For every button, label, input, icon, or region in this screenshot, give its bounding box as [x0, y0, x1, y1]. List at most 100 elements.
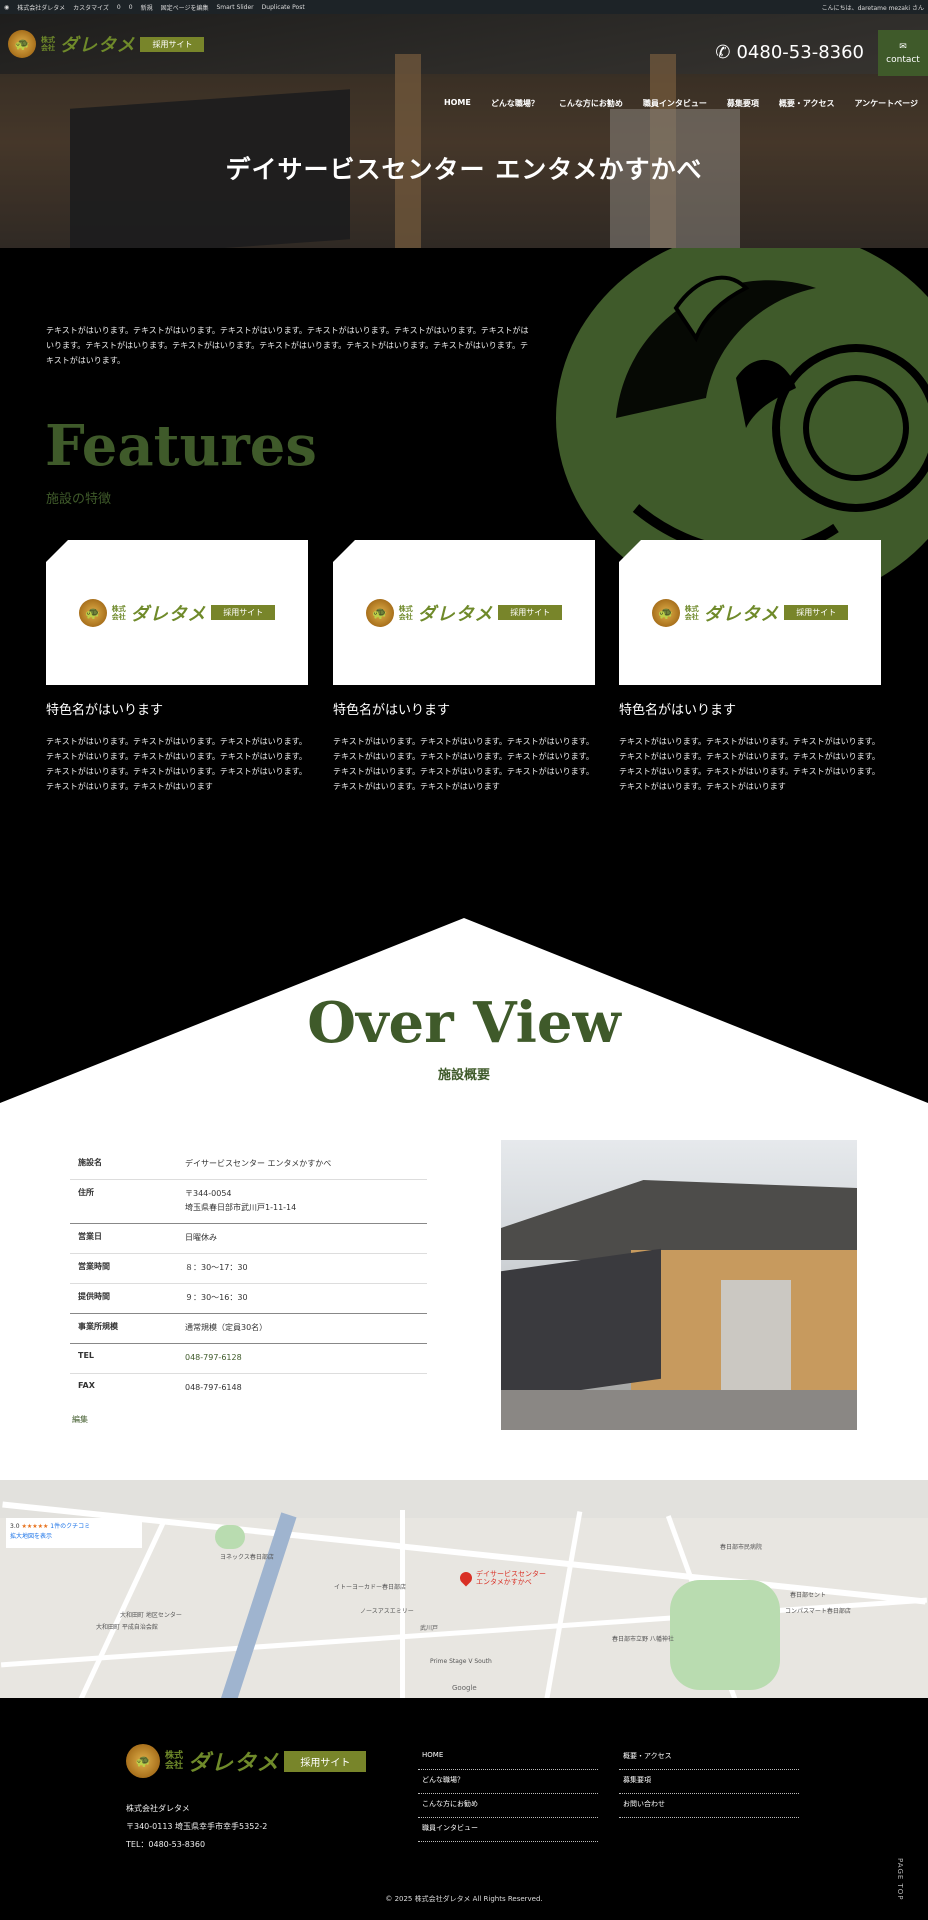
- crane-logo-icon: 🐢: [126, 1744, 160, 1778]
- map-top-band: [0, 1480, 928, 1518]
- nav-survey[interactable]: アンケートページ: [854, 98, 918, 109]
- map-label: ノースアスエミリー: [360, 1608, 414, 1615]
- overview-subheading: 施設概要: [437, 1068, 490, 1083]
- admin-new[interactable]: 新規: [141, 3, 153, 12]
- footer-link-recommend[interactable]: こんな方にお勧め: [418, 1794, 598, 1818]
- logo-name: ダレタメ: [130, 603, 207, 625]
- admin-greeting[interactable]: こんにちは、daretame mezaki さん: [822, 3, 924, 12]
- feature-card-text: テキストがはいります。テキストがはいります。テキストがはいります。テキストがはい…: [46, 737, 307, 791]
- row-key: FAX: [78, 1381, 95, 1390]
- wp-logo-icon[interactable]: ◉: [4, 4, 9, 11]
- admin-comments[interactable]: 0: [129, 4, 133, 11]
- logo-tag: 採用サイト: [211, 605, 276, 620]
- footer-link-workplace[interactable]: どんな職場？: [418, 1770, 598, 1794]
- envelope-icon: ✉: [899, 41, 907, 52]
- admin-site-name[interactable]: 株式会社ダレタメ: [17, 3, 65, 12]
- table-row: 提供時間 ９：30〜16：30: [70, 1284, 427, 1314]
- map-label: 武川戸: [420, 1625, 439, 1632]
- logo-corp: 株式 会社: [165, 1751, 184, 1771]
- feature-card-image: 🐢 株式 会社 ダレタメ 採用サイト: [619, 540, 881, 685]
- feature-card: 🐢 株式 会社 ダレタメ 採用サイト 特色名がはいります テキストがはいります。テ…: [619, 540, 881, 794]
- map-road: [400, 1510, 405, 1698]
- map-label: 春日部セント: [790, 1592, 827, 1599]
- footer-address: 株式会社ダレタメ 〒340-0113 埼玉県幸手市幸手5352-2 TEL：04…: [126, 1800, 267, 1854]
- feature-card-image: 🐢 株式 会社 ダレタメ 採用サイト: [46, 540, 308, 685]
- logo-tag: 採用サイト: [784, 605, 849, 620]
- contact-button[interactable]: ✉ contact: [878, 30, 928, 76]
- card-logo: 🐢 株式 会社 ダレタメ 採用サイト: [651, 598, 849, 627]
- logo-name: ダレタメ: [703, 603, 780, 625]
- nav-access[interactable]: 概要・アクセス: [779, 98, 835, 109]
- footer-link-interview[interactable]: 職員インタビュー: [418, 1818, 598, 1842]
- logo-name: ダレタメ: [188, 1751, 280, 1776]
- card-logo: 🐢 株式 会社 ダレタメ 採用サイト: [365, 598, 563, 627]
- footer-logo[interactable]: 🐢 株式 会社 ダレタメ 採用サイト: [126, 1744, 367, 1778]
- map-pin-label: デイサービスセンター エンタメかすかべ: [476, 1570, 546, 1586]
- feature-card-image: 🐢 株式 会社 ダレタメ 採用サイト: [333, 540, 595, 685]
- footer-link-recruit[interactable]: 募集要項: [619, 1770, 799, 1794]
- admin-duplicate-post[interactable]: Duplicate Post: [262, 4, 305, 11]
- row-key: 住所: [78, 1188, 94, 1197]
- feature-card: 🐢 株式 会社 ダレタメ 採用サイト 特色名がはいります テキストがはいります。テ…: [333, 540, 595, 794]
- row-key: TEL: [78, 1351, 95, 1360]
- nav-home[interactable]: HOME: [444, 98, 471, 109]
- admin-edit-page[interactable]: 固定ページを編集: [161, 3, 209, 12]
- row-key: 営業日: [78, 1232, 102, 1241]
- logo-tag: 採用サイト: [140, 36, 205, 52]
- map-reviews-link[interactable]: 1件のクチコミ: [50, 1523, 90, 1530]
- footer-link-contact[interactable]: お問い合わせ: [619, 1794, 799, 1818]
- nav-recommend[interactable]: こんな方にお勧め: [559, 98, 623, 109]
- map-enlarge-link[interactable]: 拡大地図を表示: [10, 1532, 138, 1542]
- site-logo[interactable]: 🐢 株式 会社 ダレタメ 採用サイト: [8, 30, 205, 58]
- row-value: 048-797-6148: [185, 1383, 242, 1392]
- footer-nav-col2: 概要・アクセス 募集要項 お問い合わせ: [619, 1746, 799, 1818]
- feature-card-text: テキストがはいります。テキストがはいります。テキストがはいります。テキストがはい…: [619, 737, 880, 791]
- crane-logo-icon: 🐢: [651, 598, 680, 627]
- table-row: 住所 〒344-0054 埼玉県春日部市武川戸1-11-14: [70, 1180, 427, 1224]
- main-nav: HOME どんな職場？ こんな方にお勧め 職員インタビュー 募集要項 概要・アク…: [444, 98, 918, 109]
- row-value: 通常規模（定員30名）: [185, 1323, 268, 1332]
- map-label: イトーヨーカドー春日部店: [334, 1584, 407, 1591]
- features-intro: テキストがはいります。テキストがはいります。テキストがはいります。テキストがはい…: [46, 326, 529, 365]
- map-rating: 3.0: [10, 1523, 20, 1530]
- header-phone[interactable]: ✆ 0480-53-8360: [715, 42, 864, 63]
- footer-link-access[interactable]: 概要・アクセス: [619, 1746, 799, 1770]
- map-label: コンパスマート春日部店: [785, 1608, 851, 1615]
- admin-updates[interactable]: 0: [117, 4, 121, 11]
- hero-title: デイサービスセンター エンタメかすかべ: [225, 155, 703, 184]
- table-row: 営業日 日曜休み: [70, 1224, 427, 1254]
- facility-photo: [501, 1140, 857, 1430]
- nav-interview[interactable]: 職員インタビュー: [643, 98, 707, 109]
- features-section: テキストがはいります。テキストがはいります。テキストがはいります。テキストがはい…: [0, 248, 928, 918]
- logo-tag: 採用サイト: [498, 605, 563, 620]
- table-row: TEL 048-797-6128: [70, 1344, 427, 1374]
- table-row: FAX 048-797-6148: [70, 1374, 427, 1403]
- row-value: ９：30〜16：30: [185, 1293, 248, 1302]
- admin-customize[interactable]: カスタマイズ: [73, 3, 109, 12]
- google-map[interactable]: 3.0 ★★★★★ 1件のクチコミ 拡大地図を表示 デイサービスセンター エンタ…: [0, 1480, 928, 1698]
- logo-corp: 株式 会社: [111, 604, 126, 621]
- footer-address-line: 〒340-0113 埼玉県幸手市幸手5352-2: [126, 1822, 268, 1831]
- nav-workplace[interactable]: どんな職場？: [491, 98, 539, 109]
- map-label: 大和田町 地区センター: [120, 1612, 182, 1619]
- crane-logo-icon: 🐢: [8, 30, 36, 58]
- footer-tel: TEL：0480-53-8360: [126, 1840, 206, 1849]
- tel-link[interactable]: 048-797-6128: [185, 1351, 419, 1365]
- edit-link[interactable]: 編集: [72, 1414, 88, 1425]
- map-label: 春日部市立野 八幡神社: [612, 1636, 674, 1643]
- map-road: [542, 1511, 583, 1698]
- site-footer: 🐢 株式 会社 ダレタメ 採用サイト 株式会社ダレタメ 〒340-0113 埼玉県…: [0, 1698, 928, 1920]
- footer-link-home[interactable]: HOME: [418, 1746, 598, 1770]
- row-key: 事業所規模: [78, 1322, 118, 1331]
- feature-card-title: 特色名がはいります: [333, 703, 451, 718]
- map-pin-icon[interactable]: [457, 1569, 475, 1587]
- nav-recruit[interactable]: 募集要項: [727, 98, 759, 109]
- feature-card-title: 特色名がはいります: [46, 703, 164, 718]
- admin-smart-slider[interactable]: Smart Slider: [216, 4, 253, 11]
- phone-icon: ✆: [715, 42, 731, 63]
- contact-label: contact: [886, 54, 920, 65]
- card-logo: 🐢 株式 会社 ダレタメ 採用サイト: [78, 598, 276, 627]
- row-key: 施設名: [78, 1158, 102, 1167]
- footer-company: 株式会社ダレタメ: [126, 1804, 190, 1813]
- logo-name: ダレタメ: [417, 603, 494, 625]
